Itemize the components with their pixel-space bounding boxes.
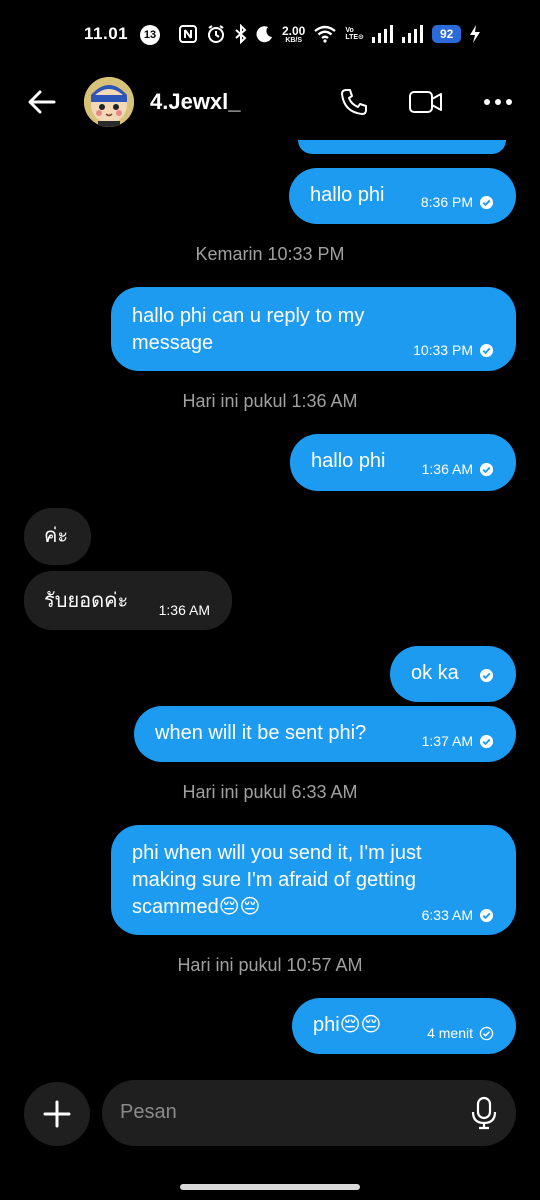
message-input-placeholder: Pesan <box>120 1101 177 1123</box>
phone-icon[interactable] <box>338 86 370 118</box>
message-time: 6:33 AM <box>421 907 473 923</box>
moon-icon <box>256 26 272 43</box>
plus-icon <box>43 1100 71 1128</box>
read-check-icon <box>479 668 494 683</box>
outgoing-message[interactable]: ok ka <box>390 646 516 702</box>
outgoing-message[interactable]: hallo phi can u reply to my message 10:3… <box>111 287 516 371</box>
message-meta: 4 menit <box>427 1020 494 1047</box>
message-meta: 10:33 PM <box>413 337 494 364</box>
sent-check-icon <box>479 1026 494 1041</box>
message-meta: 6:33 AM <box>422 902 494 929</box>
notification-badge: 13 <box>140 25 160 45</box>
message-text-line: making sure I'm afraid of getting <box>132 869 416 891</box>
message-time: 1:36 AM <box>421 461 473 477</box>
home-indicator[interactable] <box>180 1184 360 1190</box>
outgoing-message[interactable]: phi when will you send it, I'm just maki… <box>111 825 516 935</box>
message-time: 8:36 PM <box>420 194 473 210</box>
outgoing-message[interactable]: when will it be sent phi? 1:37 AM <box>134 706 516 762</box>
battery-level: 92 <box>431 25 462 43</box>
message-time: 1:36 AM <box>158 602 210 618</box>
message-time: 10:33 PM <box>413 342 473 358</box>
video-camera-icon[interactable] <box>408 86 444 118</box>
alarm-icon <box>208 25 224 43</box>
message-text: when will it be sent phi? <box>155 722 367 744</box>
volte-indicator: Vo LTE⊙ <box>345 27 364 41</box>
read-check-icon <box>479 908 494 923</box>
signal-icon-1 <box>371 25 393 43</box>
message-time: 1:37 AM <box>421 733 473 749</box>
read-check-icon <box>479 734 494 749</box>
avatar[interactable] <box>84 77 134 127</box>
back-arrow-icon[interactable] <box>26 86 58 118</box>
more-icon[interactable] <box>482 86 514 118</box>
status-icons: 2.00 KB/S Vo LTE⊙ 92 <box>178 22 481 46</box>
message-text-line: message <box>132 332 214 354</box>
date-separator: Hari ini pukul 1:36 AM <box>182 391 358 411</box>
signal-icon-2 <box>401 25 423 43</box>
message-text-line: hallo phi can u reply to my <box>132 305 365 327</box>
read-check-icon <box>479 195 494 210</box>
message-input[interactable]: Pesan <box>102 1080 516 1146</box>
date-separator: Hari ini pukul 6:33 AM <box>182 782 358 802</box>
date-separator: Kemarin 10:33 PM <box>195 244 345 264</box>
outgoing-message[interactable]: hallo phi 1:36 AM <box>290 434 516 491</box>
incoming-message[interactable]: ค่ะ <box>24 508 91 565</box>
message-meta: 1:36 AM <box>159 597 210 624</box>
network-speed: 2.00 KB/S <box>282 23 306 44</box>
message-text-line: phi when will you send it, I'm just <box>132 842 422 864</box>
message-time: 4 menit <box>427 1025 473 1041</box>
message-meta <box>479 668 494 683</box>
read-check-icon <box>479 343 494 358</box>
date-separator: Hari ini pukul 10:57 AM <box>177 955 363 975</box>
status-time: 11.01 <box>84 24 129 43</box>
nfc-icon <box>179 25 197 43</box>
message-meta: 1:37 AM <box>422 728 494 755</box>
chat-header: 4.Jewxl_ <box>0 68 540 138</box>
message-text: phi😔😔 <box>313 1014 382 1036</box>
message-text: ok ka <box>411 662 459 684</box>
message-meta: 8:36 PM <box>421 189 494 216</box>
add-attachment-button[interactable] <box>24 1082 90 1146</box>
message-meta: 1:36 AM <box>422 456 494 483</box>
outgoing-message[interactable]: phi😔😔 4 menit <box>292 998 516 1054</box>
read-check-icon <box>479 462 494 477</box>
message-text: ค่ะ <box>44 525 69 547</box>
bluetooth-icon <box>235 24 247 44</box>
contact-name[interactable]: 4.Jewxl_ <box>150 89 241 115</box>
previous-message-bubble[interactable] <box>298 140 506 154</box>
status-bar: 11.01 13 2.00 KB/S Vo LTE⊙ 92 <box>0 0 540 68</box>
incoming-message[interactable]: รับยอดค่ะ 1:36 AM <box>24 571 232 630</box>
message-text-line: scammed😔😔 <box>132 896 261 918</box>
microphone-icon[interactable] <box>470 1096 498 1130</box>
message-text: รับยอดค่ะ <box>44 590 129 612</box>
wifi-icon <box>314 25 337 43</box>
message-text: hallo phi <box>311 450 386 472</box>
charging-icon <box>470 25 481 43</box>
message-text: hallo phi <box>310 184 385 206</box>
outgoing-message[interactable]: hallo phi 8:36 PM <box>289 168 516 224</box>
